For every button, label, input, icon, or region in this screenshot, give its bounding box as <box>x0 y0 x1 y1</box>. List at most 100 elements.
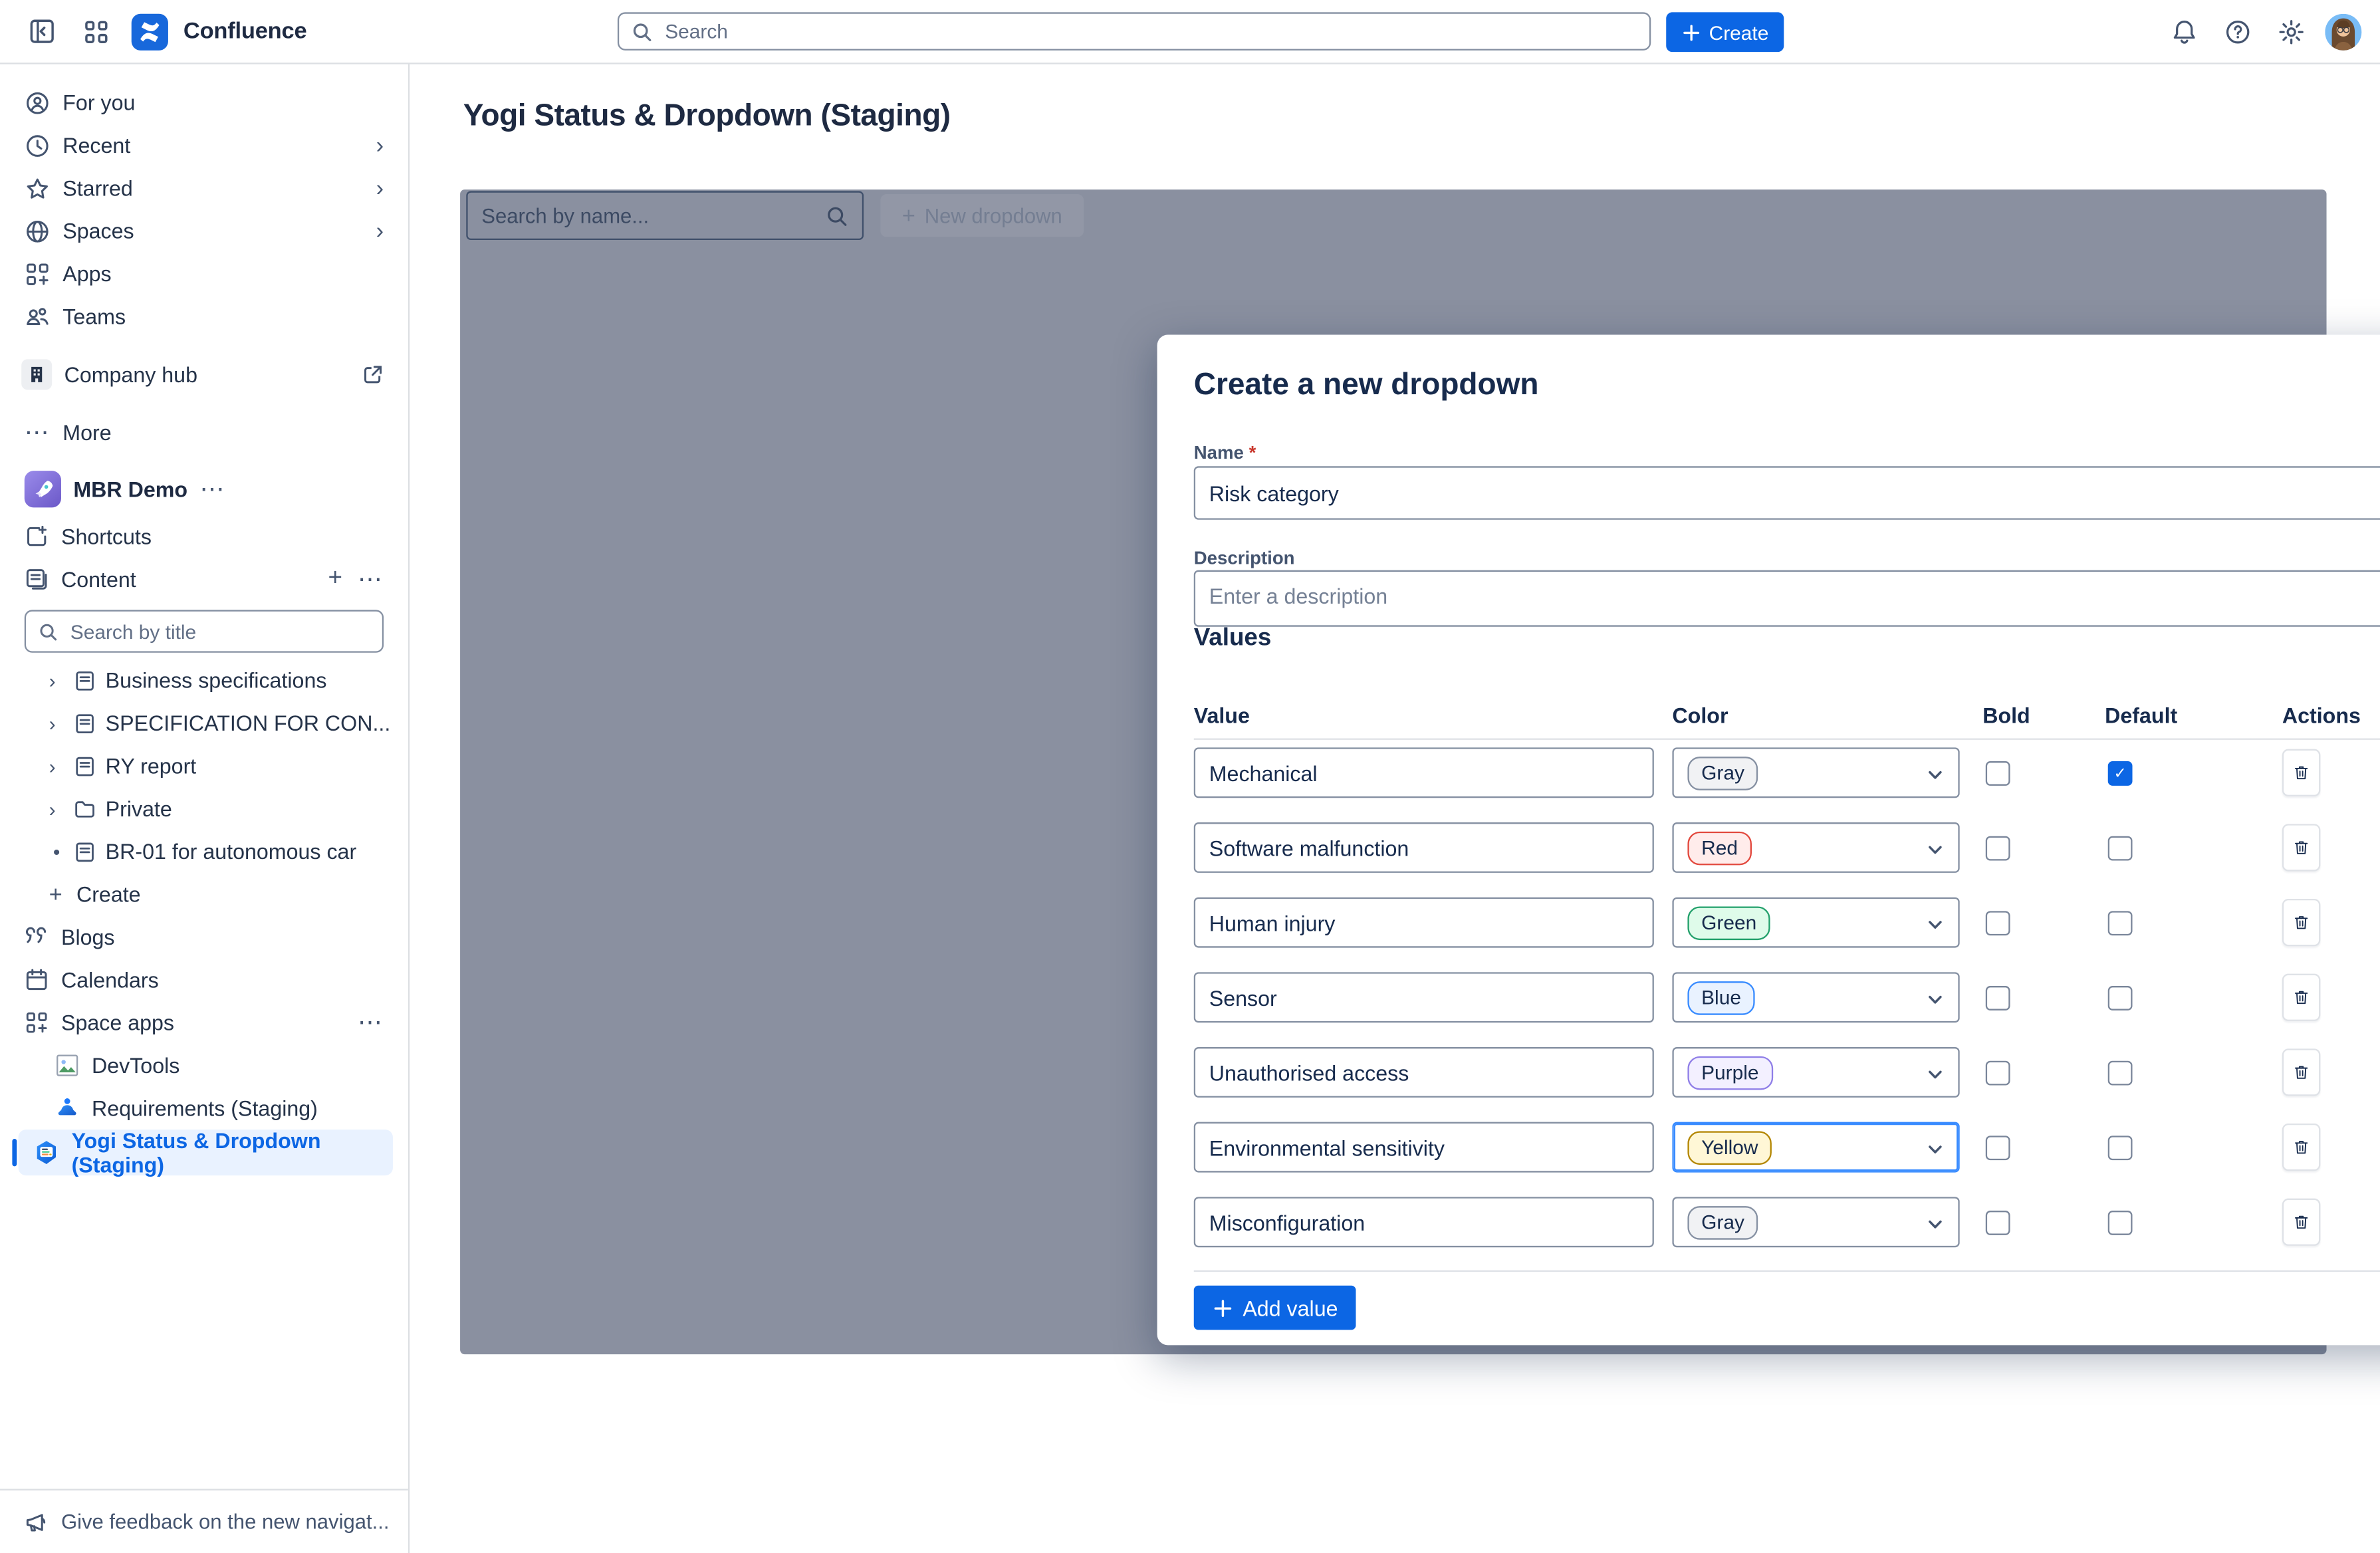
building-icon <box>21 359 52 390</box>
delete-value-button[interactable] <box>2282 974 2320 1021</box>
value-input[interactable] <box>1194 822 1654 873</box>
tree-item-specification[interactable]: › SPECIFICATION FOR CON... <box>0 701 408 744</box>
color-select[interactable]: Gray <box>1672 747 1959 798</box>
global-search[interactable] <box>618 12 1651 50</box>
collapse-sidebar-button[interactable] <box>21 11 61 51</box>
value-input[interactable] <box>1194 897 1654 948</box>
bold-checkbox[interactable] <box>1986 1135 2010 1160</box>
user-avatar[interactable] <box>2325 13 2361 50</box>
help-button[interactable] <box>2218 11 2258 51</box>
color-select[interactable]: Blue <box>1672 972 1959 1022</box>
search-icon <box>38 622 58 642</box>
color-pill: Green <box>1687 905 1770 939</box>
name-input[interactable] <box>1194 466 2380 519</box>
create-button[interactable]: Create <box>1666 12 1784 52</box>
space-app-devtools[interactable]: DevTools <box>0 1044 408 1086</box>
trash-icon <box>2293 761 2310 784</box>
tree-item-private[interactable]: › Private <box>0 787 408 830</box>
delete-value-button[interactable] <box>2282 824 2320 871</box>
sidebar-item-space-apps[interactable]: Space apps ⋯ <box>0 1001 408 1044</box>
value-input[interactable] <box>1194 1122 1654 1173</box>
quote-icon <box>25 925 49 949</box>
apps-grid-icon <box>25 1011 49 1035</box>
value-input[interactable] <box>1194 747 1654 798</box>
color-select[interactable]: Purple <box>1672 1047 1959 1098</box>
default-checkbox[interactable] <box>2108 761 2133 786</box>
tree-item-business-specifications[interactable]: › Business specifications <box>0 659 408 701</box>
value-input[interactable] <box>1194 1047 1654 1098</box>
value-input[interactable] <box>1194 1197 1654 1247</box>
tree-item-ry-report[interactable]: › RY report <box>0 745 408 787</box>
settings-button[interactable] <box>2272 11 2312 51</box>
notifications-button[interactable] <box>2165 11 2204 51</box>
sidebar-item-apps[interactable]: Apps <box>0 252 408 295</box>
space-header[interactable]: MBR Demo ⋯ <box>0 463 408 515</box>
color-pill: Red <box>1687 831 1751 865</box>
bold-checkbox[interactable] <box>1986 986 2010 1011</box>
value-input[interactable] <box>1194 972 1654 1022</box>
global-search-input[interactable] <box>662 19 1637 45</box>
sidebar-title-search[interactable] <box>25 610 384 652</box>
value-row: Gray <box>1194 1197 2380 1272</box>
delete-value-button[interactable] <box>2282 1199 2320 1246</box>
name-label: Name * <box>1194 441 1256 463</box>
bold-checkbox[interactable] <box>1986 836 2010 861</box>
delete-value-button[interactable] <box>2282 899 2320 946</box>
sidebar-item-more[interactable]: ⋯ More <box>0 412 408 454</box>
space-app-requirements-staging[interactable]: Requirements (Staging) <box>0 1087 408 1130</box>
sidebar-item-for-you[interactable]: For you <box>0 81 408 124</box>
sidebar-item-blogs[interactable]: Blogs <box>0 915 408 958</box>
color-pill: Gray <box>1687 1205 1758 1239</box>
delete-value-button[interactable] <box>2282 749 2320 796</box>
description-input[interactable] <box>1194 570 2380 627</box>
color-select[interactable]: Green <box>1672 897 1959 948</box>
calendar-icon <box>25 967 49 992</box>
default-checkbox[interactable] <box>2108 1135 2133 1160</box>
default-checkbox[interactable] <box>2108 836 2133 861</box>
tree-item-br-01[interactable]: • BR-01 for autonomous car <box>0 830 408 873</box>
bold-checkbox[interactable] <box>1986 1211 2010 1235</box>
space-more-icon[interactable]: ⋯ <box>199 474 225 505</box>
feedback-link[interactable]: Give feedback on the new navigat... <box>0 1489 408 1553</box>
default-checkbox[interactable] <box>2108 986 2133 1011</box>
sidebar-item-recent[interactable]: Recent › <box>0 124 408 166</box>
chevron-right-icon[interactable]: › <box>49 711 64 734</box>
confluence-home-link[interactable]: Confluence <box>132 13 307 50</box>
add-value-button[interactable]: Add value <box>1194 1286 1356 1330</box>
sidebar-item-shortcuts[interactable]: Shortcuts <box>0 515 408 558</box>
value-row: Yellow <box>1194 1122 2380 1197</box>
bullet-icon: • <box>49 840 64 862</box>
chevron-right-icon[interactable]: › <box>49 797 64 820</box>
chevron-right-icon: › <box>376 219 384 242</box>
sidebar-item-spaces[interactable]: Spaces › <box>0 209 408 252</box>
add-content-icon[interactable]: + <box>328 567 342 592</box>
chevron-right-icon[interactable]: › <box>49 669 64 691</box>
color-select[interactable]: Gray <box>1672 1197 1959 1247</box>
bold-checkbox[interactable] <box>1986 911 2010 935</box>
chevron-right-icon[interactable]: › <box>49 755 64 777</box>
delete-value-button[interactable] <box>2282 1048 2320 1096</box>
sidebar-item-teams[interactable]: Teams <box>0 295 408 338</box>
selected-indicator-bar <box>12 1139 17 1166</box>
default-checkbox[interactable] <box>2108 911 2133 935</box>
color-select[interactable]: Yellow <box>1672 1122 1959 1173</box>
bold-checkbox[interactable] <box>1986 761 2010 786</box>
default-checkbox[interactable] <box>2108 1211 2133 1235</box>
sidebar-item-content[interactable]: Content + ⋯ <box>0 558 408 600</box>
bold-checkbox[interactable] <box>1986 1061 2010 1086</box>
app-switcher-button[interactable] <box>76 11 116 51</box>
color-select[interactable]: Red <box>1672 822 1959 873</box>
title-search-input[interactable] <box>67 618 370 644</box>
space-app-yogi-status-dropdown[interactable]: Yogi Status & Dropdown (Staging) <box>12 1130 396 1175</box>
dropdown-name-search: Search by name... <box>466 191 864 240</box>
default-checkbox[interactable] <box>2108 1061 2133 1086</box>
sidebar-item-company-hub[interactable]: Company hub <box>0 353 408 396</box>
sidebar-item-calendars[interactable]: Calendars <box>0 959 408 1001</box>
content-more-icon[interactable]: ⋯ <box>358 564 384 594</box>
delete-value-button[interactable] <box>2282 1124 2320 1171</box>
space-apps-more-icon[interactable]: ⋯ <box>358 1007 384 1038</box>
plus-icon: + <box>902 204 915 227</box>
sidebar-item-starred[interactable]: Starred › <box>0 167 408 209</box>
chevron-down-icon <box>1926 991 1945 1009</box>
tree-create-button[interactable]: + Create <box>0 873 408 915</box>
